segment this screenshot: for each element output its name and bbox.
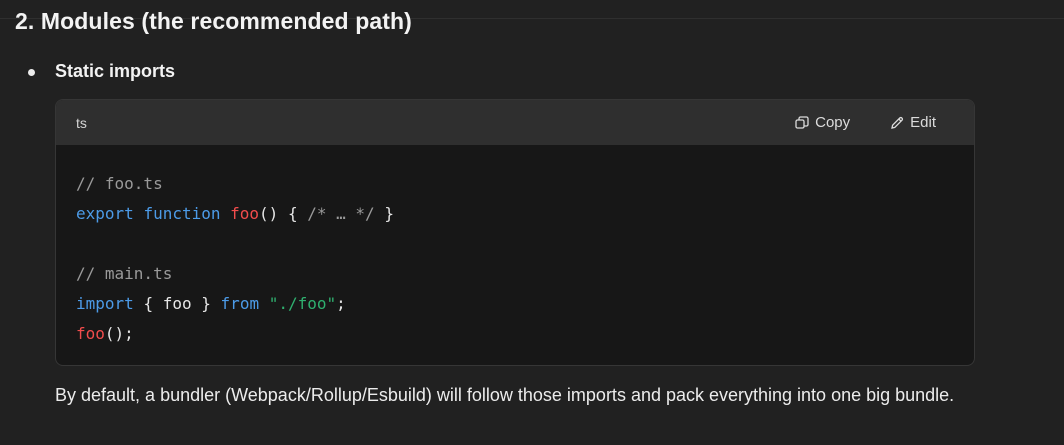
edit-button[interactable]: Edit (890, 114, 936, 131)
code-comment: // main.ts (76, 264, 173, 283)
copy-icon (795, 115, 809, 129)
code-line: foo(); (76, 319, 954, 349)
chat-message-content: 2. Modules (the recommended path) Static… (0, 0, 1064, 445)
bullet-item: Static imports (28, 61, 175, 82)
code-function-name: foo (76, 324, 105, 343)
code-line: export function foo() { /* … */ } (76, 199, 954, 229)
code-keyword: from (220, 294, 260, 313)
code-language-label: ts (76, 114, 87, 131)
code-line: // main.ts (76, 259, 954, 289)
code-punctuation: } (201, 294, 211, 313)
bullet-label: Static imports (55, 61, 176, 81)
edit-button-label: Edit (910, 114, 936, 131)
code-punctuation: } (384, 204, 394, 223)
code-line: // foo.ts (76, 169, 954, 199)
code-punctuation: { (143, 294, 154, 313)
bullet-dot (28, 68, 35, 76)
code-punctuation: () (259, 204, 279, 223)
copy-button[interactable]: Copy (795, 114, 850, 131)
code-comment: // foo.ts (76, 174, 163, 193)
section-heading: 2. Modules (the recommended path) (15, 8, 412, 34)
code-comment: /* … */ (307, 204, 375, 223)
code-punctuation: ; (336, 294, 346, 313)
copy-button-label: Copy (815, 114, 851, 131)
code-keyword: import (76, 294, 134, 313)
code-function-name: foo (230, 204, 260, 223)
code-line: import { foo } from "./foo"; (76, 289, 954, 319)
code-keyword: function (143, 204, 221, 223)
code-actions: Copy Edit (755, 114, 936, 131)
code-keyword: export (76, 204, 134, 223)
code-block-header: ts Copy Edit (56, 100, 974, 145)
code-block: ts Copy Edit // foo.ts export function f… (55, 99, 975, 366)
code-string: "./foo" (268, 294, 337, 313)
code-identifier: foo (162, 294, 192, 313)
code-punctuation: { (287, 204, 298, 223)
explanation-paragraph: By default, a bundler (Webpack/Rollup/Es… (55, 385, 955, 405)
pencil-icon (891, 116, 904, 129)
code-punctuation: (); (104, 324, 134, 343)
code-content: // foo.ts export function foo() { /* … */… (56, 145, 974, 349)
